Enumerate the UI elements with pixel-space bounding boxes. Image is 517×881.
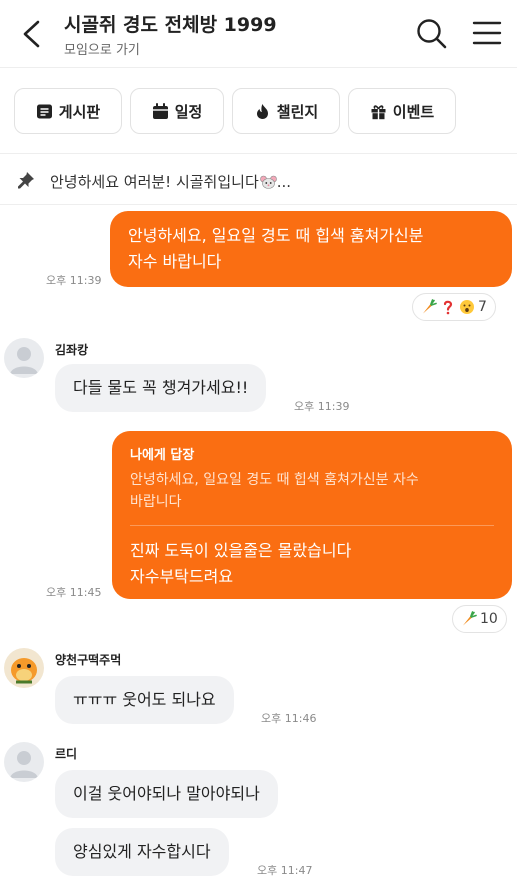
- avatar[interactable]: [4, 742, 44, 782]
- default-avatar-icon: [10, 347, 38, 374]
- other-message-bubble[interactable]: 이걸 웃어야되나 말아야되나: [55, 770, 278, 818]
- message-text-line: 자수부탁드려요: [130, 567, 234, 586]
- other-message-bubble[interactable]: 다들 물도 꼭 챙겨가세요!!: [55, 364, 267, 412]
- message-time: 오후 11:39: [46, 274, 102, 287]
- my-reply-bubble[interactable]: 나에게 답장 안녕하세요, 일요일 경도 때 힙색 훔쳐가신분 자수 바랍니다 …: [112, 431, 512, 599]
- search-icon[interactable]: [414, 16, 448, 50]
- reply-label: 나에게 답장: [130, 448, 195, 463]
- tab-schedule-label: 일정: [174, 102, 203, 121]
- message-text-line: 진짜 도둑이 있을줄은 몰랐습니다: [130, 541, 352, 560]
- quoted-message[interactable]: 안녕하세요, 일요일 경도 때 힙색 훔쳐가신분 자수 바랍니다: [130, 469, 494, 526]
- carrot-icon: [463, 611, 477, 626]
- question-icon: [443, 300, 453, 315]
- sender-name[interactable]: 양천구떡주먹: [55, 651, 121, 668]
- message-time: 오후 11:39: [294, 400, 350, 413]
- tab-event-label: 이벤트: [392, 102, 435, 121]
- quoted-text-line: 바랍니다: [130, 494, 182, 510]
- avatar[interactable]: [4, 338, 44, 378]
- reaction-count: 7: [478, 299, 487, 315]
- go-to-group-link[interactable]: 모임으로 가기: [64, 39, 140, 58]
- chat-header: 시골쥐 경도 전체방 1999 모임으로 가기: [0, 0, 517, 68]
- tab-board-label: 게시판: [58, 102, 101, 121]
- notice-text-content: 안녕하세요 여러분! 시골쥐입니다: [50, 173, 259, 191]
- message-time: 오후 11:47: [257, 864, 313, 877]
- menu-icon[interactable]: [470, 16, 504, 50]
- pin-icon: [18, 172, 34, 189]
- chat-title[interactable]: 시골쥐 경도 전체방 1999: [64, 10, 277, 37]
- message-time: 오후 11:46: [261, 712, 317, 725]
- reaction-count: 10: [480, 611, 498, 627]
- calendar-icon: [152, 102, 168, 119]
- tab-challenge-label: 챌린지: [276, 102, 319, 121]
- carrot-icon: [423, 299, 437, 314]
- notice-ellipsis: ...: [276, 173, 292, 191]
- message-text-line: 자수 바랍니다: [128, 252, 222, 271]
- avatar[interactable]: [4, 648, 44, 688]
- reaction-summary[interactable]: 10: [452, 605, 507, 633]
- tab-board[interactable]: 게시판: [14, 88, 122, 134]
- board-icon: [36, 104, 52, 118]
- feature-tabs: 게시판 일정 챌린지 이벤트: [0, 68, 517, 154]
- pinned-notice[interactable]: 안녕하세요 여러분! 시골쥐입니다 ...: [0, 155, 517, 205]
- tab-schedule[interactable]: 일정: [130, 88, 224, 134]
- fire-icon: [256, 103, 268, 119]
- notice-text: 안녕하세요 여러분! 시골쥐입니다 ...: [50, 171, 291, 192]
- other-message-bubble[interactable]: ㅠㅠㅠ 웃어도 되나요: [55, 676, 234, 724]
- sender-name[interactable]: 김좌캉: [55, 341, 88, 358]
- tab-event[interactable]: 이벤트: [348, 88, 456, 134]
- shocked-face-icon: [460, 300, 474, 314]
- other-message-bubble[interactable]: 양심있게 자수합시다: [55, 828, 229, 876]
- tab-challenge[interactable]: 챌린지: [232, 88, 340, 134]
- gift-icon: [371, 104, 386, 119]
- my-message-bubble[interactable]: 안녕하세요, 일요일 경도 때 힙색 훔쳐가신분 자수 바랍니다: [110, 211, 512, 287]
- sender-name[interactable]: 르디: [55, 745, 77, 762]
- quoted-text-line: 안녕하세요, 일요일 경도 때 힙색 훔쳐가신분 자수: [130, 472, 419, 488]
- message-text-line: 안녕하세요, 일요일 경도 때 힙색 훔쳐가신분: [128, 226, 424, 245]
- reaction-summary[interactable]: 7: [412, 293, 496, 321]
- default-avatar-icon: [10, 751, 38, 778]
- back-arrow-icon[interactable]: [16, 16, 48, 52]
- mouse-face-emoji-icon: [259, 175, 277, 189]
- message-time: 오후 11:45: [46, 586, 102, 599]
- character-avatar-icon: [4, 648, 44, 688]
